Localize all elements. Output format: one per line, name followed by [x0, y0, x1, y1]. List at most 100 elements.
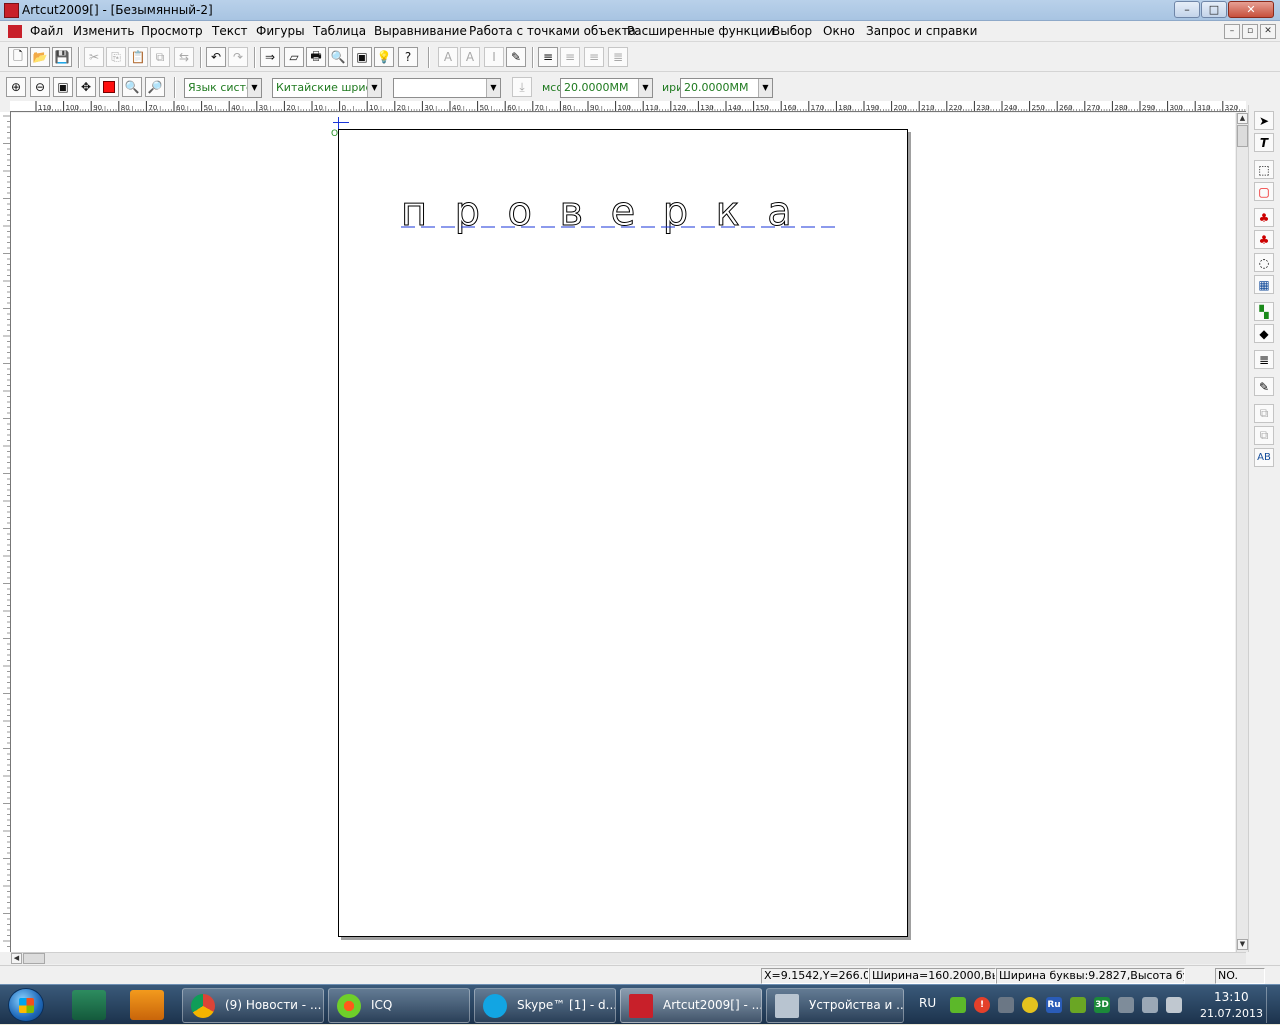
- shapes-tool-icon[interactable]: ◌: [1254, 253, 1274, 272]
- taskbar-item-chrome[interactable]: (9) Новости - ...: [182, 988, 324, 1023]
- zoom-all-icon[interactable]: 🔎: [145, 77, 165, 97]
- copy-icon[interactable]: ⎘: [106, 47, 126, 67]
- menu-node-editing[interactable]: Работа с точками объекта: [469, 24, 636, 38]
- paste-icon[interactable]: 📋: [128, 47, 148, 67]
- alert-tray-icon[interactable]: !: [974, 997, 990, 1013]
- fill-bucket-icon[interactable]: ◆: [1254, 324, 1274, 343]
- style-combo[interactable]: ▼: [393, 78, 501, 98]
- char-height-field[interactable]: 20.0000MM ▼: [560, 78, 653, 98]
- action-center-icon[interactable]: [1142, 997, 1158, 1013]
- clock-time[interactable]: 13:10: [1214, 990, 1249, 1004]
- printer-tray-icon[interactable]: [998, 997, 1014, 1013]
- font-combo[interactable]: Китайские шрис ▼: [272, 78, 382, 98]
- minimize-button[interactable]: –: [1174, 1, 1200, 18]
- taskbar-item-skype[interactable]: Skype™ [1] - d...: [474, 988, 616, 1023]
- update-tray-icon[interactable]: [1022, 997, 1038, 1013]
- menu-advanced[interactable]: Расширенные функции: [627, 24, 775, 38]
- align-right-icon[interactable]: ≡: [584, 47, 604, 67]
- table-tool-icon[interactable]: ▦: [1254, 275, 1274, 294]
- drawing-canvas[interactable]: O X Y проверка: [11, 113, 1235, 952]
- help-icon[interactable]: ?: [398, 47, 418, 67]
- keyboard-layout-icon[interactable]: Ru: [1046, 997, 1062, 1013]
- close-button[interactable]: ✕: [1228, 1, 1274, 18]
- app-launcher-icon[interactable]: [72, 990, 106, 1020]
- color-icon[interactable]: [99, 77, 119, 97]
- edit-icon[interactable]: ✎: [1254, 377, 1274, 396]
- color-grid-icon[interactable]: ▚: [1254, 302, 1274, 321]
- zoom-out-icon[interactable]: ⊖: [30, 77, 50, 97]
- taskbar-item-artcut[interactable]: Artcut2009[] - ...: [620, 988, 762, 1023]
- horizontal-scrollbar[interactable]: ◀: [11, 952, 1246, 964]
- print-icon[interactable]: 🖶: [306, 47, 326, 67]
- language-combo[interactable]: Язык систе ▼: [184, 78, 262, 98]
- vertical-scrollbar[interactable]: ▲ ▼: [1236, 113, 1248, 952]
- layer-alt-icon[interactable]: ⧉: [1254, 426, 1274, 445]
- chevron-down-icon[interactable]: ▼: [367, 79, 381, 97]
- 3d-vision-icon[interactable]: 3D: [1094, 997, 1110, 1013]
- redo-icon[interactable]: ↷: [228, 47, 248, 67]
- menu-edit[interactable]: Изменить: [73, 24, 135, 38]
- print-preview-icon[interactable]: 🔍: [328, 47, 348, 67]
- mdi-close-button[interactable]: ✕: [1260, 24, 1276, 39]
- menu-help[interactable]: Запрос и справки: [866, 24, 977, 38]
- char-width-field[interactable]: 20.0000MM ▼: [680, 78, 773, 98]
- horizontal-scroll-thumb[interactable]: [23, 953, 45, 964]
- menu-select[interactable]: Выбор: [772, 24, 812, 38]
- rectangle-tool-icon[interactable]: ▢: [1254, 182, 1274, 201]
- chevron-down-icon[interactable]: ▼: [758, 79, 772, 97]
- text-spacing-icon[interactable]: A: [438, 47, 458, 67]
- vertical-ruler[interactable]: [0, 112, 11, 952]
- page-sheet[interactable]: [338, 129, 908, 937]
- zoom-in-icon[interactable]: ⊕: [6, 77, 26, 97]
- text-object[interactable]: проверка: [401, 187, 841, 237]
- mdi-restore-button[interactable]: ▫: [1242, 24, 1258, 39]
- text-direction-icon[interactable]: ⤓: [512, 77, 532, 97]
- taskbar-item-icq[interactable]: ICQ: [328, 988, 470, 1023]
- chevron-down-icon[interactable]: ▼: [486, 79, 500, 97]
- volume-icon[interactable]: [1166, 997, 1182, 1013]
- save-icon[interactable]: 💾: [52, 47, 72, 67]
- cut-output-icon[interactable]: ▣: [352, 47, 372, 67]
- align-center-icon[interactable]: ≡: [560, 47, 580, 67]
- restore-button[interactable]: □: [1201, 1, 1227, 18]
- taskbar-item-devices[interactable]: Устройства и ...: [766, 988, 904, 1023]
- document-icon[interactable]: [8, 25, 22, 38]
- start-button[interactable]: [8, 988, 44, 1022]
- align-left-icon[interactable]: ≡: [538, 47, 558, 67]
- menu-shapes[interactable]: Фигуры: [256, 24, 305, 38]
- layer-icon[interactable]: ⧉: [1254, 404, 1274, 423]
- align-justify-icon[interactable]: ≣: [608, 47, 628, 67]
- scroll-left-icon[interactable]: ◀: [11, 953, 22, 964]
- menu-table[interactable]: Таблица: [313, 24, 366, 38]
- italic-icon[interactable]: I: [484, 47, 504, 67]
- vertical-scroll-thumb[interactable]: [1237, 125, 1248, 147]
- tip-bulb-icon[interactable]: 💡: [374, 47, 394, 67]
- text-tool-icon[interactable]: T: [1254, 133, 1274, 152]
- menu-window[interactable]: Окно: [823, 24, 855, 38]
- undo-icon[interactable]: ↶: [206, 47, 226, 67]
- title-bar[interactable]: Artcut2009[] - [Безымянный-2] – □ ✕: [0, 0, 1280, 21]
- media-player-icon[interactable]: [130, 990, 164, 1020]
- pan-icon[interactable]: ✥: [76, 77, 96, 97]
- new-file-icon[interactable]: 🗋: [8, 47, 28, 67]
- chevron-down-icon[interactable]: ▼: [247, 79, 261, 97]
- show-desktop-button[interactable]: [1266, 987, 1278, 1023]
- open-folder-icon[interactable]: 📂: [30, 47, 50, 67]
- chevron-down-icon[interactable]: ▼: [638, 79, 652, 97]
- zoom-select-icon[interactable]: 🔍: [122, 77, 142, 97]
- text-lines-icon[interactable]: ≣: [1254, 350, 1274, 369]
- scroll-up-icon[interactable]: ▲: [1237, 113, 1248, 124]
- menu-view[interactable]: Просмотр: [141, 24, 203, 38]
- clock-date[interactable]: 21.07.2013: [1200, 1007, 1263, 1020]
- settings-tray-icon[interactable]: [1118, 997, 1134, 1013]
- nvidia-icon[interactable]: [1070, 997, 1086, 1013]
- import-icon[interactable]: ⇒: [260, 47, 280, 67]
- menu-file[interactable]: Файл: [30, 24, 63, 38]
- node-edit-icon[interactable]: ⬚: [1254, 160, 1274, 179]
- text-frame-icon[interactable]: A: [460, 47, 480, 67]
- cherry-tool-icon[interactable]: ♣: [1254, 208, 1274, 227]
- icq-tray-icon[interactable]: [950, 997, 966, 1013]
- scroll-down-icon[interactable]: ▼: [1237, 939, 1248, 950]
- cherry-alt-tool-icon[interactable]: ♣: [1254, 230, 1274, 249]
- mdi-minimize-button[interactable]: –: [1224, 24, 1240, 39]
